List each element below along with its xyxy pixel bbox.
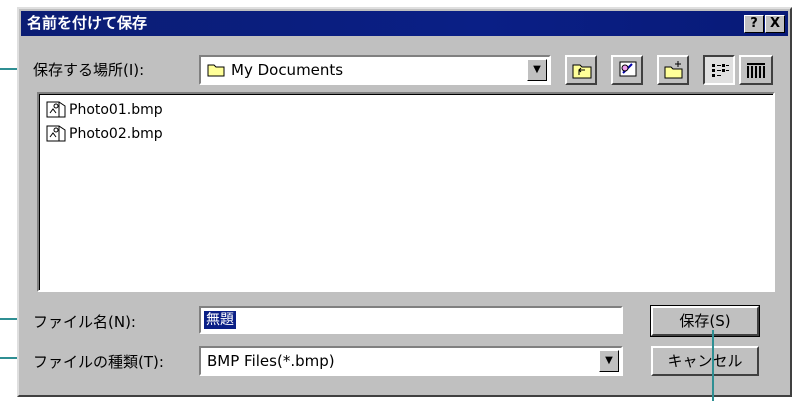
bitmap-file-icon xyxy=(46,101,66,118)
callout-line-location xyxy=(0,68,18,70)
file-name: Photo01.bmp xyxy=(69,102,163,118)
details-view-button[interactable] xyxy=(739,55,773,85)
file-item[interactable]: Photo01.bmp xyxy=(45,100,163,120)
location-label: 保存する場所(I): xyxy=(33,61,145,79)
folder-icon xyxy=(207,62,225,81)
callout-line-filename xyxy=(0,318,18,320)
bitmap-file-icon xyxy=(46,125,66,142)
filetype-label: ファイルの種類(T): xyxy=(33,353,164,371)
location-value: My Documents xyxy=(231,61,344,79)
desktop-button[interactable] xyxy=(611,55,643,85)
file-list[interactable]: Photo01.bmp Photo02.bmp xyxy=(37,92,775,292)
desktop-icon xyxy=(619,61,637,77)
location-dropdown-arrow[interactable]: ▼ xyxy=(527,59,547,81)
save-as-dialog: 名前を付けて保存 ? X 保存する場所(I): My Documents ▼ P… xyxy=(17,7,792,397)
filename-input[interactable]: 無題 xyxy=(199,306,623,334)
callout-line-save xyxy=(712,330,714,401)
new-folder-button[interactable] xyxy=(657,55,689,85)
filetype-combo[interactable]: BMP Files(*.bmp) ▼ xyxy=(199,346,623,376)
close-button[interactable]: X xyxy=(765,15,785,33)
details-view-icon xyxy=(747,63,765,78)
location-combo[interactable]: My Documents ▼ xyxy=(199,55,551,85)
title-bar: 名前を付けて保存 ? X xyxy=(21,11,788,36)
cancel-button[interactable]: キャンセル xyxy=(651,346,759,376)
file-name: Photo02.bmp xyxy=(69,126,163,142)
list-view-icon xyxy=(712,64,729,77)
help-button[interactable]: ? xyxy=(744,15,764,33)
save-button[interactable]: 保存(S) xyxy=(650,305,760,337)
list-view-button[interactable] xyxy=(703,55,735,85)
filename-label: ファイル名(N): xyxy=(33,313,136,331)
filename-value: 無題 xyxy=(204,311,236,329)
new-folder-icon xyxy=(664,61,683,79)
filetype-dropdown-arrow[interactable]: ▼ xyxy=(599,350,619,372)
file-item[interactable]: Photo02.bmp xyxy=(45,124,163,144)
up-folder-icon xyxy=(572,64,592,79)
up-folder-button[interactable] xyxy=(565,55,597,85)
dialog-title: 名前を付けて保存 xyxy=(27,14,148,32)
filetype-value: BMP Files(*.bmp) xyxy=(207,352,335,370)
callout-line-filetype xyxy=(0,357,18,359)
